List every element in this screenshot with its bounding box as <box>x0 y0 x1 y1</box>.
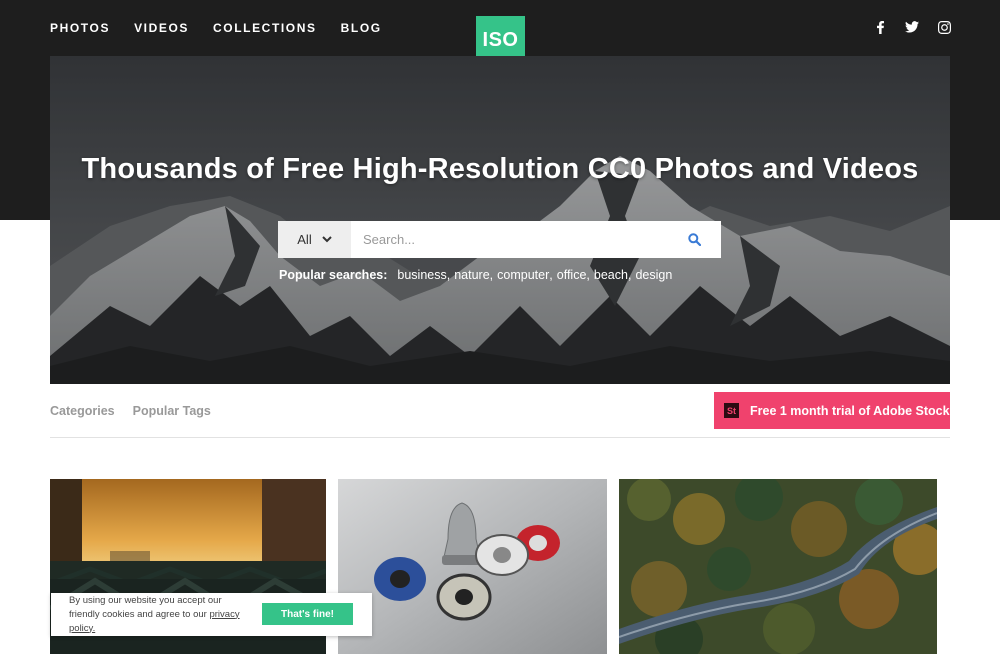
search-input[interactable] <box>351 221 667 258</box>
main-nav: PHOTOS VIDEOS COLLECTIONS BLOG <box>50 21 382 35</box>
cookie-message: By using our website you accept our frie… <box>69 594 240 634</box>
popular-term-office[interactable]: office <box>557 268 587 282</box>
adobe-stock-button[interactable]: St Free 1 month trial of Adobe Stock <box>714 392 950 429</box>
popular-term-design[interactable]: design <box>635 268 672 282</box>
sub-nav: Categories Popular Tags <box>50 404 211 418</box>
social-links <box>872 19 952 35</box>
hero-banner: Thousands of Free High-Resolution CC0 Ph… <box>50 56 950 384</box>
categories-link[interactable]: Categories <box>50 404 115 418</box>
cookie-banner: By using our website you accept our frie… <box>51 593 372 636</box>
instagram-icon[interactable] <box>936 19 952 35</box>
hero-title: Thousands of Free High-Resolution CC0 Ph… <box>81 153 919 185</box>
photo-thumbnail-sewing-spools[interactable] <box>338 479 607 654</box>
nav-videos[interactable]: VIDEOS <box>134 21 189 35</box>
popular-searches-label: Popular searches: <box>279 268 388 282</box>
popular-term-nature[interactable]: nature <box>454 268 489 282</box>
facebook-icon[interactable] <box>872 19 888 35</box>
popular-searches: Popular searches: business, nature, comp… <box>279 268 672 282</box>
twitter-icon[interactable] <box>904 19 920 35</box>
mountain-background-image <box>50 56 950 384</box>
adobe-stock-label: Free 1 month trial of Adobe Stock <box>750 403 950 418</box>
chevron-down-icon <box>322 236 332 243</box>
divider <box>50 437 950 438</box>
accept-cookies-button[interactable]: That's fine! <box>262 603 353 625</box>
search-button[interactable] <box>667 221 721 258</box>
popular-tags-link[interactable]: Popular Tags <box>133 404 211 418</box>
nav-blog[interactable]: BLOG <box>341 21 382 35</box>
nav-collections[interactable]: COLLECTIONS <box>213 21 317 35</box>
popular-search-terms: business, nature, computer, office, beac… <box>397 268 673 282</box>
search-bar: All <box>278 221 721 258</box>
popular-term-business[interactable]: business <box>397 268 446 282</box>
nav-photos[interactable]: PHOTOS <box>50 21 110 35</box>
search-filter-dropdown[interactable]: All <box>278 221 351 258</box>
popular-term-computer[interactable]: computer <box>497 268 549 282</box>
search-icon <box>687 233 701 246</box>
search-filter-value: All <box>297 232 312 247</box>
adobe-stock-icon: St <box>724 403 739 418</box>
photo-thumbnail-forest-river[interactable] <box>619 479 937 654</box>
popular-term-beach[interactable]: beach <box>594 268 628 282</box>
